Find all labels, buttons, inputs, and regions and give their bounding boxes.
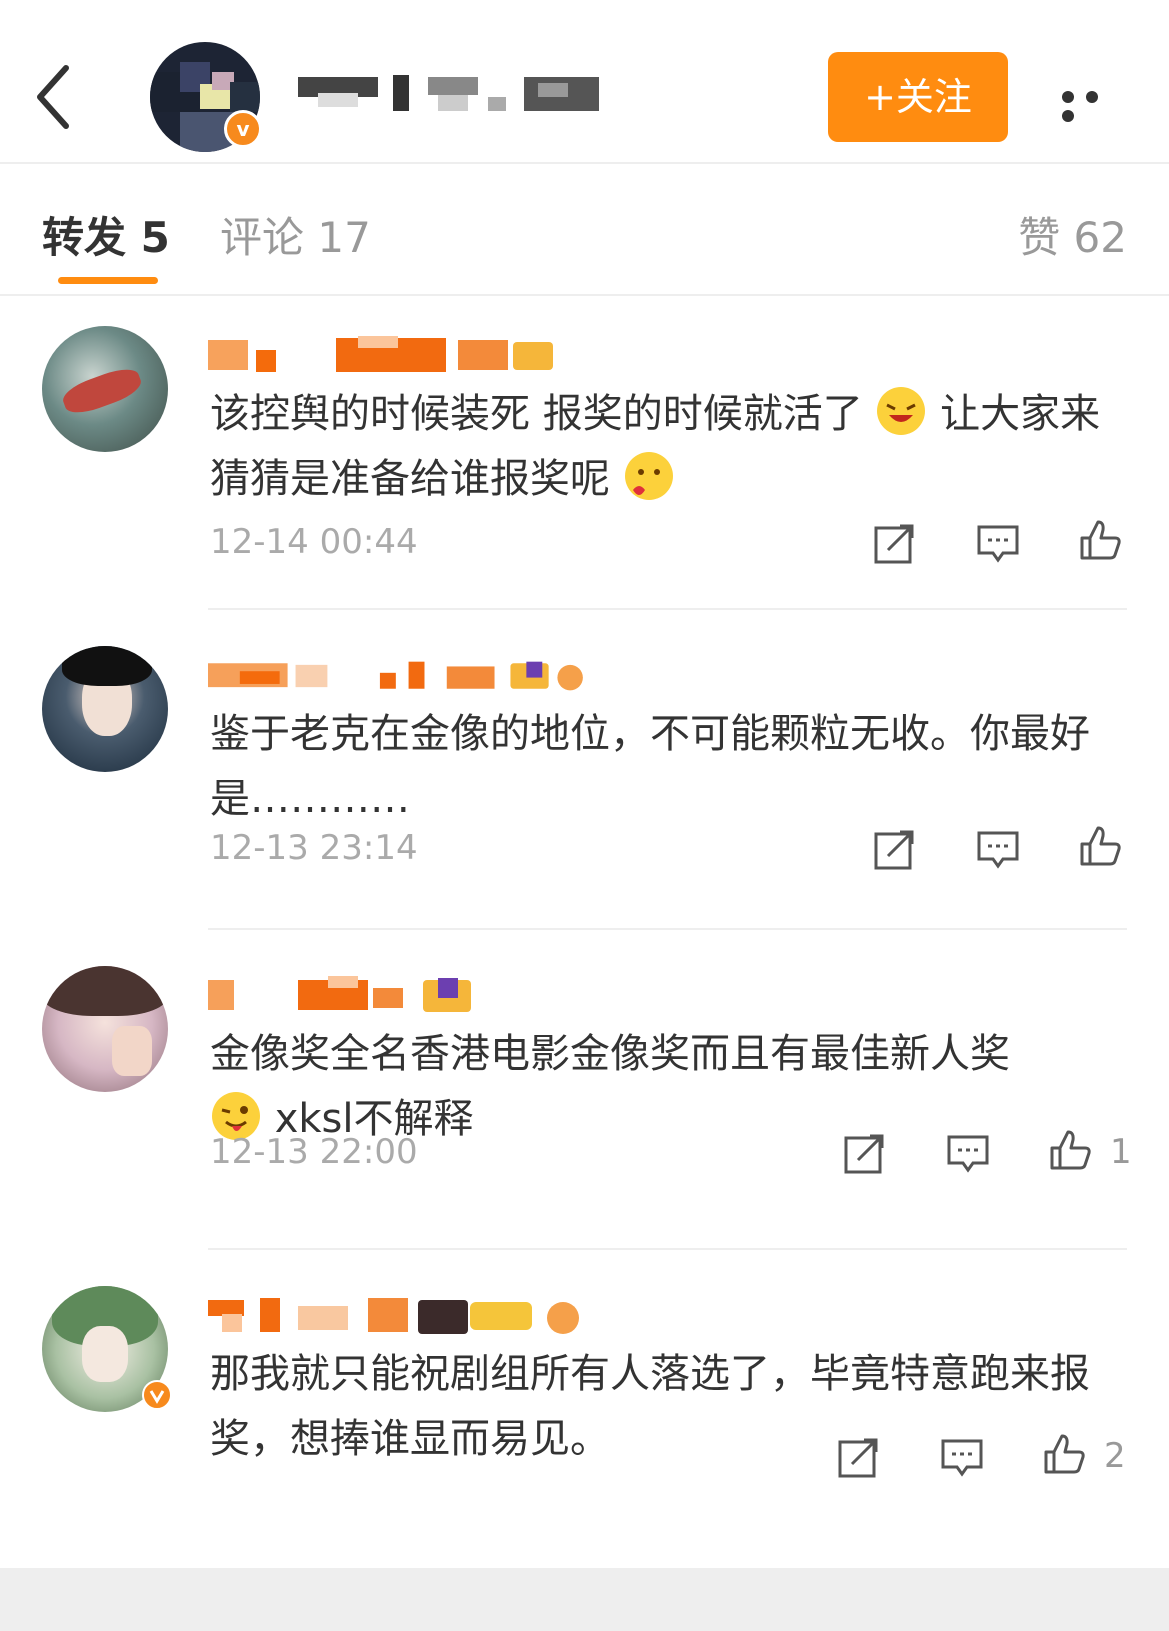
top-bar: v +关注 [0, 0, 1169, 164]
divider [208, 1248, 1127, 1250]
commenter-name-blurred[interactable] [208, 656, 598, 696]
comment-icon[interactable] [946, 1132, 990, 1176]
thumbs-up-icon[interactable] [1042, 1432, 1086, 1476]
tab-like[interactable]: 赞 62 [1018, 204, 1127, 265]
comment-icon[interactable] [976, 522, 1020, 566]
tab-bar: 转发 5 评论 17 赞 62 [0, 164, 1169, 296]
author-name-blurred[interactable] [298, 75, 608, 115]
follow-button[interactable]: +关注 [828, 52, 1008, 142]
more-dots-icon[interactable] [1062, 88, 1132, 122]
commenter-avatar[interactable] [42, 966, 168, 1092]
commenter-name-blurred[interactable] [208, 1296, 598, 1336]
comment-item: 金像奖全名香港电影金像奖而且有最佳新人奖 xksl不解释 12-13 22:00… [0, 940, 1169, 1250]
comment-timestamp: 12-13 22:00 [210, 1132, 418, 1172]
commenter-name-blurred[interactable] [208, 336, 598, 376]
thumbs-up-icon[interactable] [1078, 518, 1122, 562]
divider [208, 608, 1127, 610]
comment-text: 鉴于老克在金像的地位，不可能颗粒无收。你最好是………… [210, 711, 1090, 822]
share-icon[interactable] [872, 828, 916, 872]
like-count: 2 [1104, 1436, 1126, 1476]
share-icon[interactable] [842, 1132, 886, 1176]
active-tab-indicator [58, 277, 158, 284]
verified-badge-icon: v [224, 110, 262, 148]
verified-badge-icon [142, 1380, 172, 1410]
like-count: 1 [1110, 1132, 1132, 1172]
thumbs-up-icon[interactable] [1048, 1128, 1092, 1172]
comment-icon[interactable] [940, 1436, 984, 1480]
commenter-avatar[interactable] [42, 1286, 172, 1412]
comment-item: 鉴于老克在金像的地位，不可能颗粒无收。你最好是………… 12-13 23:14 [0, 620, 1169, 930]
commenter-name-blurred[interactable] [208, 976, 598, 1016]
comment-text: 该控舆的时候装死 报奖的时候就活了 让大家来猜猜是准备给谁报奖呢 [210, 382, 1110, 512]
commenter-avatar[interactable] [42, 646, 168, 772]
laughing-emoji-icon [877, 387, 926, 435]
bottom-gray-area [0, 1568, 1169, 1631]
share-icon[interactable] [872, 522, 916, 566]
tab-repost[interactable]: 转发 5 [42, 204, 170, 265]
commenter-avatar[interactable] [42, 326, 168, 452]
comment-icon[interactable] [976, 828, 1020, 872]
thumbs-up-icon[interactable] [1078, 824, 1122, 868]
blushing-emoji-icon [624, 452, 673, 500]
back-chevron-icon[interactable] [30, 62, 80, 132]
author-avatar[interactable]: v [150, 42, 262, 152]
comment-timestamp: 12-13 23:14 [210, 828, 418, 868]
comment-item: 该控舆的时候装死 报奖的时候就活了 让大家来猜猜是准备给谁报奖呢 12-14 0… [0, 300, 1169, 610]
divider [208, 928, 1127, 930]
share-icon[interactable] [836, 1436, 880, 1480]
comment-item: 那我就只能祝剧组所有人落选了，毕竟特意跑来报奖，想捧谁显而易见。 2 [0, 1260, 1169, 1570]
comment-timestamp: 12-14 00:44 [210, 522, 418, 562]
tab-comment[interactable]: 评论 17 [220, 204, 371, 265]
